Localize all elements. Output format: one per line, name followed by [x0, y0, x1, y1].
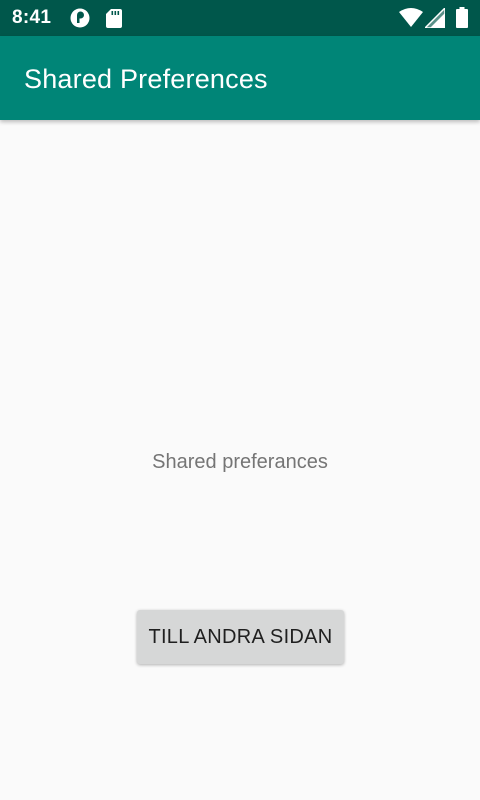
cell-signal-icon	[423, 6, 446, 33]
battery-icon	[456, 7, 468, 33]
status-bar: 8:41	[0, 0, 480, 36]
pocket-casts-icon	[70, 8, 90, 33]
shared-preferences-text: Shared preferances	[152, 451, 328, 473]
status-time: 8:41	[12, 7, 52, 28]
app-bar: Shared Preferences	[0, 36, 480, 120]
app-title: Shared Preferences	[24, 64, 268, 94]
wifi-icon	[399, 8, 423, 32]
app-screen: 8:41 Shared Preferences Shared preferanc…	[0, 0, 480, 800]
next-page-button[interactable]: TILL ANDRA SIDAN	[137, 610, 344, 664]
sd-card-icon	[106, 9, 122, 33]
